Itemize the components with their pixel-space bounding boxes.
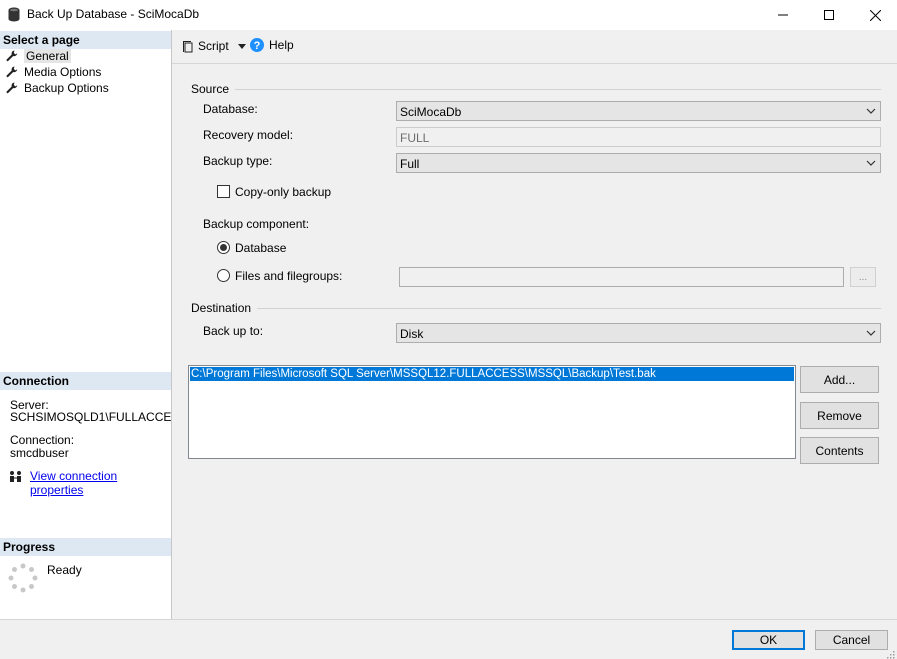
backup-type-label: Backup type:: [203, 154, 273, 168]
destination-list[interactable]: C:\Program Files\Microsoft SQL Server\MS…: [188, 365, 796, 459]
recovery-model-value: FULL: [400, 131, 430, 145]
destination-group-label: Destination: [191, 301, 258, 315]
recovery-model-label: Recovery model:: [203, 128, 294, 142]
backup-type-value: Full: [400, 157, 420, 171]
database-value: SciMocaDb: [400, 105, 462, 119]
filegroups-browse-button[interactable]: ...: [850, 267, 876, 287]
minimize-button[interactable]: [760, 0, 806, 30]
chevron-down-icon: [866, 108, 876, 114]
contents-button[interactable]: Contents: [800, 437, 879, 464]
help-label: Help: [269, 38, 294, 52]
server-value: SCHSIMOSQLD1\FULLACCESS: [10, 410, 188, 424]
database-icon: [8, 7, 20, 22]
page-item-general[interactable]: General: [6, 48, 71, 64]
script-icon: [183, 40, 193, 52]
copy-only-label: Copy-only backup: [235, 185, 332, 199]
page-item-label: Backup Options: [24, 81, 109, 95]
close-button[interactable]: [852, 0, 897, 30]
back-up-to-label: Back up to:: [203, 324, 264, 338]
chevron-down-icon: [866, 330, 876, 336]
title-bar: Back Up Database - SciMocaDb: [0, 0, 897, 30]
page-item-backup-options[interactable]: Backup Options: [6, 80, 109, 96]
component-database-radio[interactable]: [217, 241, 230, 254]
destination-group-line: [192, 308, 881, 309]
recovery-model-field: FULL: [396, 127, 881, 147]
minimize-icon: [778, 14, 788, 16]
toolbar: Script ? Help: [172, 30, 897, 64]
progress-header: Progress: [0, 538, 171, 556]
chevron-down-icon: [237, 43, 246, 49]
database-label: Database:: [203, 102, 258, 116]
window-title: Back Up Database - SciMocaDb: [27, 7, 200, 21]
copy-only-checkbox[interactable]: [217, 185, 230, 198]
remove-button[interactable]: Remove: [800, 402, 879, 429]
source-group-label: Source: [191, 82, 236, 96]
page-item-media-options[interactable]: Media Options: [6, 64, 101, 80]
svg-text:?: ?: [254, 40, 261, 52]
help-button[interactable]: ? Help: [250, 38, 294, 52]
maximize-button[interactable]: [806, 0, 852, 30]
page-item-label: General: [24, 49, 71, 63]
connection-header: Connection: [0, 372, 171, 390]
connection-label: Connection:: [10, 433, 75, 447]
wrench-icon: [6, 66, 18, 78]
filegroups-field: [399, 267, 844, 287]
list-item[interactable]: C:\Program Files\Microsoft SQL Server\MS…: [190, 367, 794, 381]
wrench-icon: [6, 50, 18, 62]
backup-type-combo[interactable]: Full: [396, 153, 881, 173]
general-page: Source Database: SciMocaDb Recovery mode…: [172, 64, 897, 619]
add-button[interactable]: Add...: [800, 366, 879, 393]
component-database-label: Database: [235, 241, 287, 255]
wrench-icon: [6, 82, 18, 94]
source-group-line: [192, 89, 881, 90]
select-page-header: Select a page: [0, 31, 171, 49]
ok-button[interactable]: OK: [732, 630, 805, 650]
progress-spinner-icon: [8, 563, 38, 593]
page-item-label: Media Options: [24, 65, 102, 79]
left-pane: Select a page General Media Options Back…: [0, 30, 187, 619]
maximize-icon: [824, 10, 834, 20]
back-up-to-combo[interactable]: Disk: [396, 323, 881, 343]
view-connection-properties-link[interactable]: View connection properties: [30, 469, 171, 497]
progress-status: Ready: [47, 563, 82, 577]
dialog-footer: OK Cancel: [0, 619, 897, 659]
script-button[interactable]: Script: [180, 39, 246, 53]
database-combo[interactable]: SciMocaDb: [396, 101, 881, 121]
cancel-button[interactable]: Cancel: [815, 630, 888, 650]
help-icon: ?: [250, 38, 264, 52]
component-files-radio[interactable]: [217, 269, 230, 282]
script-label: Script: [198, 39, 229, 53]
component-files-label: Files and filegroups:: [235, 269, 343, 283]
connection-value: smcdbuser: [10, 446, 69, 460]
back-up-to-value: Disk: [400, 327, 424, 341]
connection-properties-icon: [10, 471, 21, 482]
chevron-down-icon: [866, 160, 876, 166]
close-icon: [869, 9, 881, 21]
backup-component-label: Backup component:: [203, 217, 310, 231]
resize-grip-icon[interactable]: [885, 649, 895, 659]
